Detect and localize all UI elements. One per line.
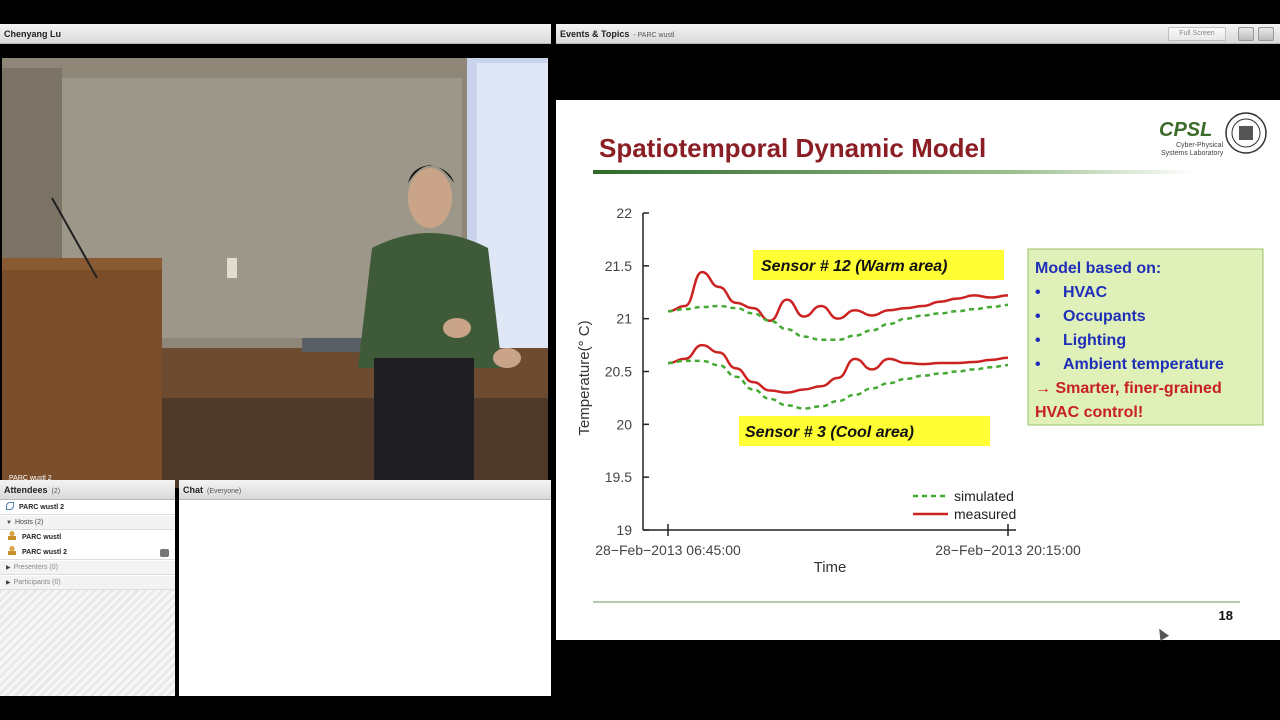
- bullet-dot-icon: •: [1035, 308, 1041, 325]
- fullscreen-button[interactable]: Full Screen: [1168, 27, 1226, 41]
- host-user-icon: [8, 531, 16, 540]
- bullet-dot-icon: •: [1035, 332, 1041, 349]
- cool-sensor-callout: Sensor # 3 (Cool area): [739, 416, 990, 446]
- chart-series: [667, 270, 1009, 410]
- expand-triangle-icon: ▶: [6, 565, 11, 571]
- model-conclusion-1: → Smarter, finer-grained: [1035, 380, 1222, 397]
- y-tick-label: 19: [616, 522, 632, 538]
- participants-group-label: Participants (0): [13, 579, 61, 586]
- x-tick-labels: 28−Feb−2013 06:45:00 28−Feb−2013 20:15:00: [595, 524, 1081, 558]
- presenters-group[interactable]: ▶ Presenters (0): [0, 561, 175, 575]
- cool-callout-text: Sensor # 3 (Cool area): [745, 424, 914, 441]
- attendee-row[interactable]: PARC wustl 2: [0, 546, 175, 560]
- logo-sub1: Cyber-Physical: [1176, 142, 1224, 149]
- expand-triangle-icon: ▶: [6, 580, 11, 586]
- y-tick-label: 22: [616, 205, 632, 221]
- attendees-count: (2): [51, 488, 61, 495]
- model-bullet-4: Ambient temperature: [1063, 356, 1224, 373]
- model-bullet-3: Lighting: [1063, 332, 1126, 349]
- presenters-group-label: Presenters (0): [13, 564, 58, 571]
- camera-feed-image: [2, 58, 548, 488]
- camera-feed: PARC wustl 2: [2, 58, 548, 488]
- x-tick-label: 28−Feb−2013 20:15:00: [935, 542, 1081, 558]
- bullet-dot-icon: •: [1035, 284, 1041, 301]
- university-seal-icon: [1225, 112, 1267, 154]
- chat-message-area[interactable]: [179, 501, 551, 696]
- model-box: Model based on: • HVAC • Occupants • Lig…: [1027, 248, 1264, 426]
- events-title: Events & Topics: [560, 29, 630, 39]
- x-axis-label: Time: [814, 559, 847, 576]
- title-rule: [593, 170, 1193, 174]
- my-name: PARC wustl 2: [19, 504, 64, 511]
- attendee-row[interactable]: PARC wustl: [0, 531, 175, 545]
- series-simulated-sensor-3: [667, 359, 1009, 410]
- slide-title: Spatiotemporal Dynamic Model: [599, 133, 986, 163]
- hosts-group[interactable]: ▼ Hosts (2): [0, 516, 175, 530]
- pod-menu-icon[interactable]: [1238, 27, 1254, 41]
- my-status-row[interactable]: PARC wustl 2: [0, 501, 175, 515]
- attendees-pod: Attendees (2) PARC wustl 2 ▼ Hosts (2) PAR…: [0, 480, 175, 696]
- model-heading: Model based on:: [1035, 260, 1161, 277]
- hosts-group-label: Hosts (2): [14, 519, 44, 526]
- events-pod: Events & Topics - PARC wustl Full Screen …: [556, 24, 1280, 696]
- video-pod: Chenyang Lu PARC wustl 2: [0, 24, 551, 488]
- pod-options-icon[interactable]: [1258, 27, 1274, 41]
- logo-sub2: Systems Laboratory: [1161, 150, 1224, 157]
- bullet-dot-icon: •: [1035, 356, 1041, 373]
- y-tick-label: 20.5: [605, 364, 632, 380]
- host-user-icon: [8, 546, 16, 555]
- series-simulated-sensor-12: [667, 303, 1009, 342]
- series-measured-sensor-3: [667, 343, 1009, 394]
- y-tick-label: 20: [616, 416, 632, 432]
- model-bullet-2: Occupants: [1063, 308, 1146, 325]
- participants-group[interactable]: ▶ Participants (0): [0, 576, 175, 590]
- video-pod-title: Chenyang Lu: [0, 24, 551, 44]
- events-subtitle: - PARC wustl: [633, 32, 675, 39]
- presentation-slide: Spatiotemporal Dynamic Model CPSL Cyber-…: [556, 100, 1280, 641]
- attendees-empty-area: [0, 590, 175, 696]
- x-tick-label: 28−Feb−2013 06:45:00: [595, 542, 741, 558]
- phone-icon: [6, 502, 14, 510]
- page-number: 18: [1219, 608, 1233, 623]
- collapse-triangle-icon: ▼: [6, 520, 12, 526]
- chart-legend: simulated measured: [913, 488, 1016, 522]
- attendees-title: Attendees: [4, 485, 48, 495]
- legend-simulated: simulated: [954, 488, 1014, 504]
- y-tick-label: 21.5: [605, 258, 632, 274]
- model-bullet-1: HVAC: [1063, 284, 1108, 301]
- chat-title: Chat: [183, 485, 203, 495]
- warm-callout-text: Sensor # 12 (Warm area): [761, 258, 947, 275]
- attendees-pod-title: Attendees (2): [0, 480, 175, 500]
- attendee-name: PARC wustl 2: [22, 549, 67, 556]
- model-conclusion-2: HVAC control!: [1035, 404, 1143, 421]
- y-tick-label: 19.5: [605, 469, 632, 485]
- y-tick-label: 21: [616, 311, 632, 327]
- chat-pod-title: Chat (Everyone): [179, 480, 551, 500]
- attendee-name: PARC wustl: [22, 534, 62, 541]
- webcam-icon: [160, 549, 169, 557]
- slide-canvas: Spatiotemporal Dynamic Model CPSL Cyber-…: [576, 112, 1267, 623]
- chat-scope[interactable]: (Everyone): [207, 488, 241, 495]
- video-title: Chenyang Lu: [4, 29, 62, 39]
- warm-sensor-callout: Sensor # 12 (Warm area): [753, 250, 1004, 280]
- logo-text: CPSL: [1159, 119, 1212, 141]
- chat-pod: Chat (Everyone): [179, 480, 551, 696]
- legend-measured: measured: [954, 506, 1016, 522]
- y-axis-label: Temperature(° C): [576, 320, 593, 435]
